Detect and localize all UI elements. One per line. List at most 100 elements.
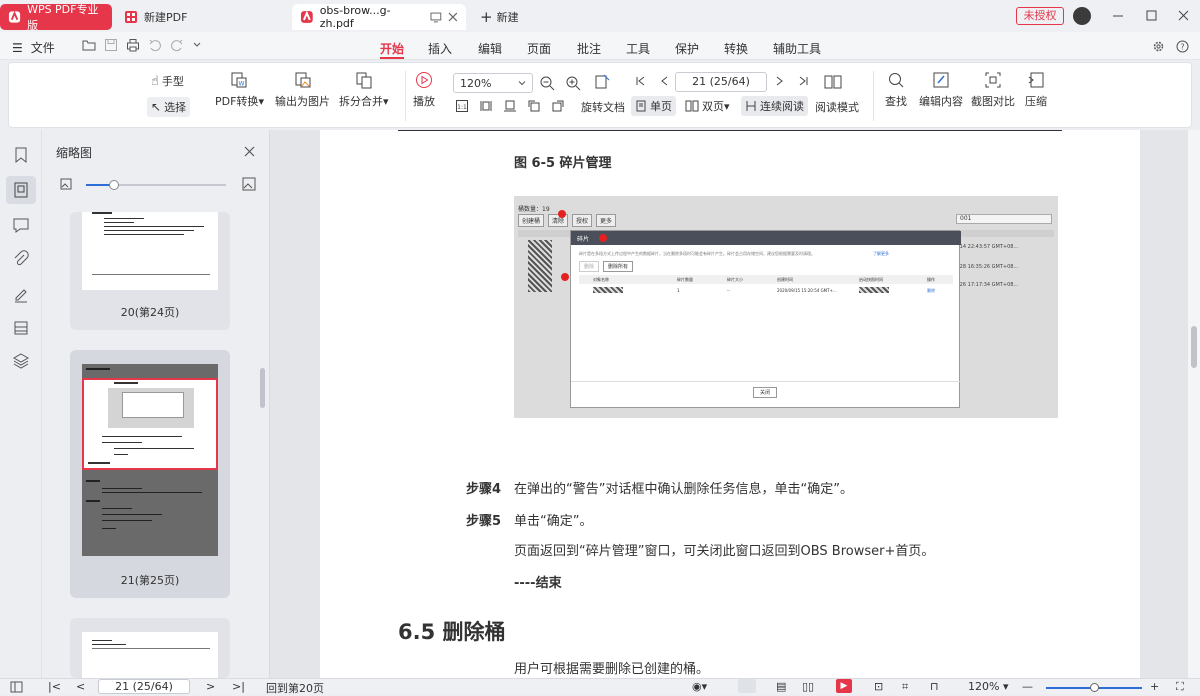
- fit-page-icon[interactable]: [503, 99, 517, 113]
- close-window-icon[interactable]: [1178, 10, 1189, 21]
- window-icon[interactable]: [430, 11, 442, 23]
- actual-size-button[interactable]: ⊡: [874, 680, 883, 693]
- add-tab-button[interactable]: + 新建: [472, 4, 527, 30]
- form-icon[interactable]: [12, 319, 30, 337]
- zoom-in-icon[interactable]: [565, 75, 581, 91]
- last-page-icon[interactable]: [797, 75, 809, 87]
- menu-item-start[interactable]: 开始: [380, 40, 404, 57]
- file-menu[interactable]: ☰ 文件: [12, 39, 55, 56]
- marker-2: [599, 234, 607, 242]
- attachment-icon[interactable]: [12, 250, 30, 268]
- close-panel-icon[interactable]: [244, 146, 255, 157]
- dialog-table-header: 对象名称 碎片数量 碎片大小 创建时间 启动快照时间 操作: [579, 275, 953, 284]
- prev-page-button[interactable]: <: [76, 680, 85, 693]
- status-page-input[interactable]: 21 (25/64): [98, 679, 190, 694]
- reading-book-icon[interactable]: [823, 73, 843, 91]
- new-pdf-tab[interactable]: 新建PDF: [116, 4, 286, 30]
- bookmark-icon[interactable]: [12, 146, 30, 164]
- continuous-mode-button[interactable]: [738, 679, 756, 693]
- settings-gear-icon[interactable]: [1152, 40, 1165, 53]
- next-page-icon[interactable]: [773, 75, 785, 87]
- menu-item-annotate[interactable]: 批注: [577, 40, 601, 57]
- save-icon[interactable]: [104, 38, 118, 52]
- page-crop-icon[interactable]: [593, 73, 611, 91]
- thumbnail-scrollbar[interactable]: [260, 368, 265, 408]
- menu-item-edit[interactable]: 编辑: [478, 40, 502, 57]
- hand-tool-button[interactable]: ☝ 手型: [151, 73, 184, 89]
- double-mode-button[interactable]: ▯▯: [802, 680, 814, 693]
- redo-icon[interactable]: [170, 38, 184, 52]
- status-zoom[interactable]: 120% ▾: [968, 680, 1008, 693]
- help-icon[interactable]: ?: [1176, 40, 1189, 53]
- status-zoom-in[interactable]: +: [1150, 680, 1159, 693]
- menu-item-protect[interactable]: 保护: [675, 40, 699, 57]
- play-mode-button[interactable]: ▶: [836, 679, 852, 693]
- find-button[interactable]: 查找: [885, 71, 907, 109]
- actual-size-icon[interactable]: 1:1: [455, 99, 469, 113]
- fit-window-button[interactable]: ⌗: [902, 680, 908, 694]
- eye-protect-button[interactable]: ◉▾: [692, 680, 707, 693]
- status-zoom-handle[interactable]: [1090, 683, 1099, 692]
- fit-width-icon[interactable]: [479, 99, 493, 113]
- layers-icon[interactable]: [12, 352, 30, 370]
- thumbnail-card-page-20[interactable]: 20(第24页): [70, 212, 230, 330]
- play-button[interactable]: 播放: [413, 71, 435, 109]
- menu-item-page[interactable]: 页面: [527, 40, 551, 57]
- undo-icon[interactable]: [148, 38, 162, 52]
- status-zoom-out[interactable]: —: [1022, 680, 1033, 693]
- open-folder-icon[interactable]: [82, 38, 96, 52]
- fullscreen-icon[interactable]: ⛶: [1176, 680, 1184, 694]
- split-merge-icon: [356, 72, 372, 89]
- rotate-document-button[interactable]: 旋转文档: [581, 99, 625, 115]
- split-merge-button[interactable]: 拆分合并▾: [339, 71, 389, 109]
- menu-item-tools[interactable]: 工具: [626, 40, 650, 57]
- close-tab-icon[interactable]: [448, 12, 458, 22]
- thumbnail-small-icon[interactable]: [60, 178, 72, 190]
- app-tab[interactable]: WPS PDF专业版: [0, 3, 112, 32]
- continuous-reading-button[interactable]: 连续阅读: [741, 96, 808, 116]
- single-page-button[interactable]: 单页: [631, 96, 676, 116]
- export-image-label: 输出为图片: [275, 95, 330, 108]
- fit-page-button[interactable]: ⊓: [930, 680, 939, 693]
- thumbnail-card-page-21[interactable]: 21(第25页): [70, 350, 230, 598]
- rotate-left-icon[interactable]: [527, 99, 541, 113]
- minimize-icon[interactable]: [1112, 12, 1124, 20]
- page-number-input[interactable]: 21 (25/64): [675, 72, 767, 92]
- thumbnail-card-next[interactable]: [70, 618, 230, 678]
- last-page-button[interactable]: >|: [232, 680, 245, 693]
- export-image-button[interactable]: 输出为图片: [275, 71, 330, 109]
- document-scrollbar[interactable]: [1188, 130, 1200, 678]
- menu-item-assist-tools[interactable]: 辅助工具: [773, 40, 821, 57]
- print-icon[interactable]: [126, 38, 140, 52]
- avatar[interactable]: [1073, 7, 1091, 25]
- double-page-button[interactable]: 双页▾: [685, 98, 730, 114]
- document-tab[interactable]: obs-brow...g-zh.pdf: [292, 4, 466, 30]
- menu-item-insert[interactable]: 插入: [428, 40, 452, 57]
- single-mode-button[interactable]: ▤: [776, 680, 786, 693]
- prev-page-icon[interactable]: [659, 75, 671, 87]
- next-page-button[interactable]: >: [206, 680, 215, 693]
- zoom-out-icon[interactable]: [539, 75, 555, 91]
- chevron-down-icon[interactable]: [192, 40, 202, 50]
- screenshot-compare-button[interactable]: 截图对比: [971, 71, 1015, 109]
- ribbon-toolbar: ☝ 手型 ↖ 选择 W PDF转换▾ 输出为图片 拆分合并▾ 播放 120% 2…: [8, 62, 1192, 128]
- zoom-select[interactable]: 120%: [453, 73, 533, 93]
- edit-content-button[interactable]: 编辑内容: [919, 71, 963, 109]
- first-page-icon[interactable]: [635, 75, 647, 87]
- maximize-icon[interactable]: [1146, 10, 1157, 21]
- comment-icon[interactable]: [12, 216, 30, 234]
- rotate-right-icon[interactable]: [551, 99, 565, 113]
- select-tool-button[interactable]: ↖ 选择: [147, 97, 191, 117]
- signature-pen-icon[interactable]: [12, 285, 30, 303]
- reading-mode-button[interactable]: 阅读模式: [815, 99, 859, 115]
- sidebar-toggle-icon[interactable]: [10, 681, 23, 693]
- thumbnail-large-icon[interactable]: [242, 177, 256, 191]
- pdf-convert-button[interactable]: W PDF转换▾: [215, 71, 264, 109]
- document-scroll-thumb[interactable]: [1191, 326, 1197, 368]
- license-badge[interactable]: 未授权: [1016, 7, 1064, 25]
- menu-item-convert[interactable]: 转换: [724, 40, 748, 57]
- compress-button[interactable]: 压缩: [1025, 71, 1047, 109]
- thumbnail-zoom-handle[interactable]: [109, 180, 119, 190]
- first-page-button[interactable]: |<: [48, 680, 61, 693]
- document-view: 图 6-5 碎片管理 桶数量：19 创建桶 清除 授权 更多 001 /14 2…: [270, 130, 1188, 678]
